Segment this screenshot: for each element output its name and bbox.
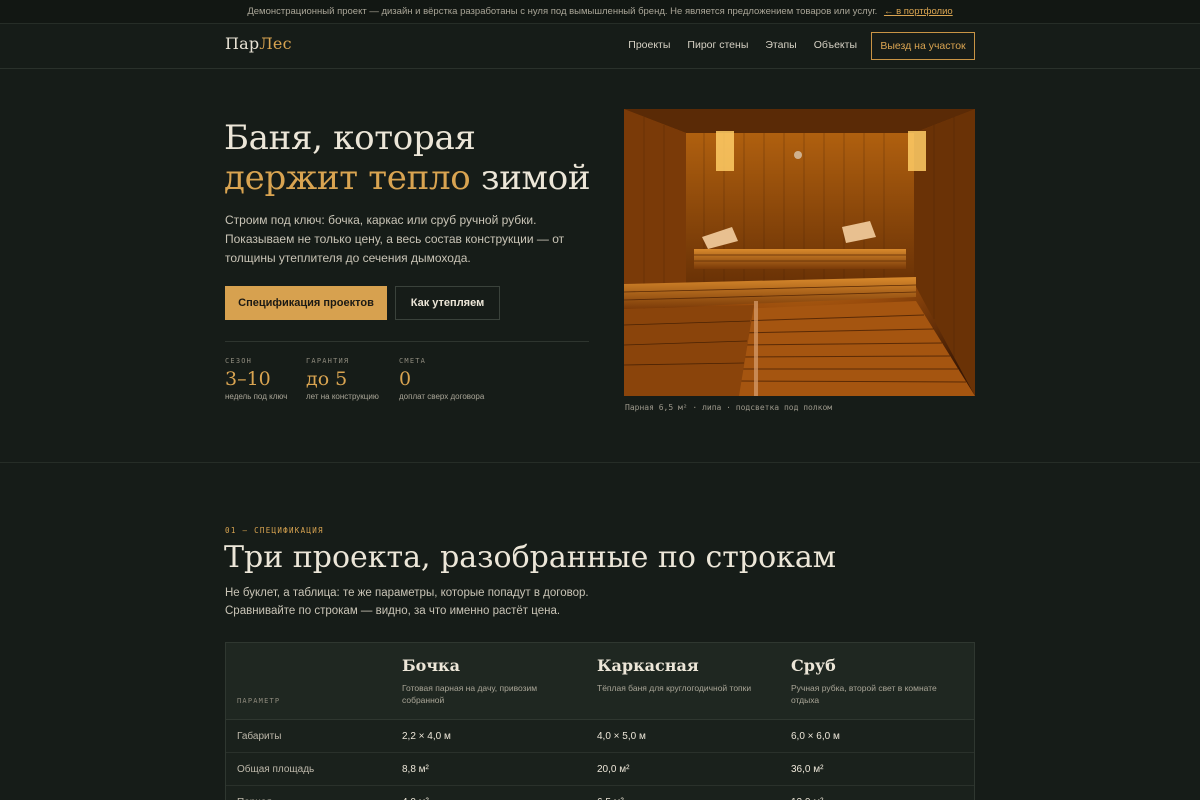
row-value: 8,8 м² [402,764,429,775]
column-name: Сруб [791,656,836,675]
stat-season: СЕЗОН 3–10 недель под ключ [225,357,287,401]
column-name: Каркасная [597,656,699,675]
section-lead: Не буклет, а таблица: те же параметры, к… [225,587,589,617]
column-desc: Тёплая баня для круглогодичной топки [597,683,752,693]
row-value: 12,0 м² [791,786,823,800]
demo-notice-text: Демонстрационный проект — дизайн и вёрст… [247,6,878,17]
site-visit-button[interactable]: Выезд на участок [871,32,975,60]
photo-caption: Парная 6,5 м² · липа · подсветка под пол… [625,403,833,412]
hero-divider [225,341,589,342]
row-param: Общая площадь [237,764,315,775]
column-desc: Ручная рубка, второй свет в комнате отды… [791,683,937,705]
table-row: Парная 4,0 м² 6,5 м² 12,0 м² [226,786,974,800]
row-value: 20,0 м² [597,764,630,775]
column-frame: Каркасная Тёплая баня для круглогодичной… [597,656,767,694]
column-log: Сруб Ручная рубка, второй свет в комнате… [791,656,961,706]
column-name: Бочка [402,656,460,675]
logo-part-1: Пар [225,34,260,53]
main-nav: Проекты Пирог стены Этапы Объекты [628,39,857,51]
logo-part-2: Лес [259,34,292,53]
stat-sub: недель под ключ [225,392,288,401]
param-column-header: ПАРАМЕТР [237,697,281,705]
row-value: 36,0 м² [791,764,824,775]
section-title: Три проекта, разобранные по строкам [224,540,837,575]
column-barrel: Бочка Готовая парная на дачу, привозим с… [402,656,572,706]
spec-table: ПАРАМЕТР Бочка Готовая парная на дачу, п… [225,642,975,800]
stat-sub: доплат сверх договора [399,392,485,401]
site-header: ПарЛес Проекты Пирог стены Этапы Объекты… [0,24,1200,69]
row-param: Габариты [237,731,282,742]
table-row: Общая площадь 8,8 м² 20,0 м² 36,0 м² [226,753,974,786]
stat-sub: лет на конструкцию [306,392,379,401]
stat-label: СЕЗОН [225,357,253,365]
nav-item-stages[interactable]: Этапы [765,39,796,51]
stat-estimate: СМЕТА 0 доплат сверх договора [399,357,484,401]
hero-title-line1: Баня, которая [224,118,476,158]
hero-title: Баня, которая держит тепло зимой [224,118,591,198]
row-value: 4,0 × 5,0 м [597,731,646,742]
spec-table-header: ПАРАМЕТР Бочка Готовая парная на дачу, п… [226,643,974,720]
portfolio-link[interactable]: ← в портфолио [884,6,953,17]
sauna-illustration [624,109,975,396]
hero-title-rest: зимой [480,158,591,198]
stat-warranty: ГАРАНТИЯ до 5 лет на конструкцию [306,357,379,401]
stat-value: до 5 [306,368,348,390]
stat-value: 3–10 [225,368,271,390]
stat-value: 0 [399,368,412,390]
section-eyebrow: 01 — СПЕЦИФИКАЦИЯ [225,526,324,535]
row-value: 2,2 × 4,0 м [402,731,451,742]
stat-label: ГАРАНТИЯ [306,357,350,365]
demo-notice-bar: Демонстрационный проект — дизайн и вёрст… [0,0,1200,24]
row-value: 6,5 м² [597,786,624,800]
table-row: Габариты 2,2 × 4,0 м 4,0 × 5,0 м 6,0 × 6… [226,720,974,753]
nav-item-objects[interactable]: Объекты [814,39,857,51]
hero-lead: Строим под ключ: бочка, каркас или сруб … [225,213,565,265]
sauna-photo [624,109,975,396]
hero-title-accent: держит тепло [224,158,471,198]
nav-item-projects[interactable]: Проекты [628,39,670,51]
column-desc: Готовая парная на дачу, привозим собранн… [402,683,538,705]
section-divider [0,462,1200,463]
logo[interactable]: ПарЛес [225,34,292,53]
row-value: 6,0 × 6,0 м [791,731,840,742]
insulation-button[interactable]: Как утепляем [395,286,500,320]
row-param: Парная [237,786,272,800]
row-value: 4,0 м² [402,786,429,800]
nav-item-wall-layers[interactable]: Пирог стены [687,39,748,51]
stat-label: СМЕТА [399,357,427,365]
spec-projects-button[interactable]: Спецификация проектов [225,286,387,320]
